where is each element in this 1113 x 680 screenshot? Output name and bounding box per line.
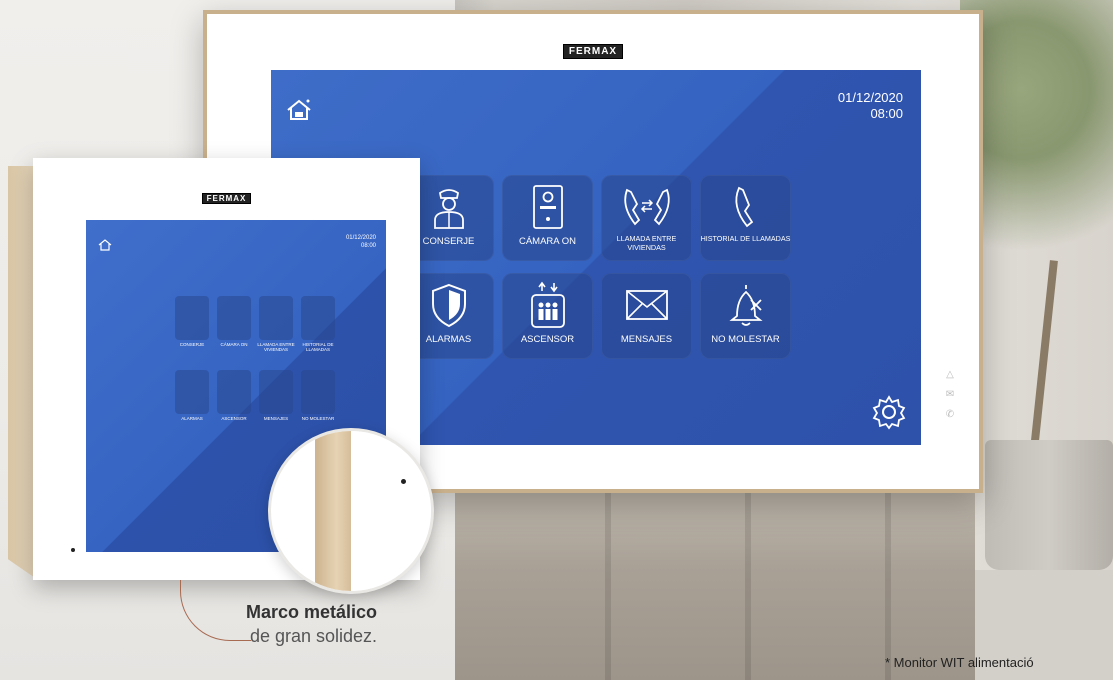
elevator-icon [530, 281, 565, 328]
frame-face-detail [351, 431, 431, 591]
tile-llamada-entre-viviendas: LLAMADA ENTRE VIVIENDAS [257, 296, 295, 352]
tile-label: ALARMAS [181, 416, 203, 421]
tile-camara-on: CÁMARA ON [217, 296, 251, 347]
home-icon [98, 239, 112, 251]
brand-logo: FERMAX [207, 41, 979, 59]
shield-icon [431, 283, 466, 328]
tile-label: CÁMARA ON [518, 236, 576, 247]
sofa [455, 490, 975, 680]
tile-mensajes: MENSAJES [259, 370, 293, 421]
phone-history-icon [734, 186, 753, 228]
plant-pot [985, 440, 1113, 570]
gear-icon[interactable] [871, 394, 907, 430]
caption: Marco metálico de gran solidez. [246, 600, 377, 648]
intercom-call-icon [623, 188, 670, 226]
tile-no-molestar[interactable]: NO MOLESTAR [700, 273, 791, 359]
tile-no-molestar: NO MOLESTAR [301, 370, 335, 421]
tile-label: HISTORIAL DE LLAMADAS [302, 342, 334, 352]
tile-label: NO MOLESTAR [711, 334, 780, 345]
tile-label: MENSAJES [263, 416, 289, 421]
envelope-icon [625, 290, 668, 320]
frame-detail-magnifier [268, 428, 434, 594]
tile-label: ASCENSOR [520, 334, 575, 345]
tile-label: ASCENSOR [221, 416, 247, 421]
phone-led-icon: ✆ [945, 409, 955, 420]
message-led-icon: ✉ [945, 389, 955, 400]
tile-ascensor[interactable]: ASCENSOR [502, 273, 593, 359]
tile-label: CÁMARA ON [220, 342, 248, 347]
tile-alarmas: ALARMAS [175, 370, 209, 421]
frame-edge-detail [315, 431, 351, 591]
date-text: 01/12/2020 [837, 90, 903, 105]
camera-panel-icon [532, 185, 563, 229]
tile-label: LLAMADA ENTRE VIVIENDAS [616, 234, 677, 252]
status-leds: △ ✉ ✆ [940, 369, 960, 429]
tile-label: LLAMADA ENTRE VIVIENDAS [257, 342, 295, 352]
bell-off-icon [728, 285, 763, 326]
sensor-dot [71, 548, 75, 552]
tile-llamada-entre-viviendas[interactable]: LLAMADA ENTRE VIVIENDAS [601, 175, 692, 261]
tile-label: CONSERJE [179, 342, 205, 347]
tile-mensajes[interactable]: MENSAJES [601, 273, 692, 359]
tile-historial-de-llamadas[interactable]: HISTORIAL DE LLAMADAS [700, 175, 791, 261]
date-text: 01/12/2020 [345, 235, 376, 241]
caption-subtitle: de gran solidez. [249, 626, 378, 646]
time-text: 08:00 [870, 106, 903, 121]
brand-text: FERMAX [562, 44, 624, 59]
date-time: 01/12/2020 08:00 [346, 234, 376, 250]
tile-label: HISTORIAL DE LLAMADAS [700, 234, 791, 243]
time-text: 08:00 [360, 243, 376, 249]
home-icon[interactable] [285, 96, 313, 124]
tile-historial-de-llamadas: HISTORIAL DE LLAMADAS [301, 296, 335, 352]
caption-title: Marco metálico [246, 602, 378, 622]
sensor-dot [401, 479, 406, 484]
brand-logo: FERMAX [33, 188, 420, 206]
tile-ascensor: ASCENSOR [217, 370, 251, 421]
tile-label: MENSAJES [620, 334, 673, 345]
footnote: * Monitor WIT alimentació [885, 655, 1034, 670]
tile-conserje: CONSERJE [175, 296, 209, 347]
date-time: 01/12/2020 08:00 [838, 90, 903, 122]
concierge-icon [433, 189, 464, 229]
bell-led-icon: △ [946, 369, 954, 380]
tile-camara-on[interactable]: CÁMARA ON [502, 175, 593, 261]
tile-label: NO MOLESTAR [301, 416, 335, 421]
brand-text: FERMAX [201, 193, 252, 204]
